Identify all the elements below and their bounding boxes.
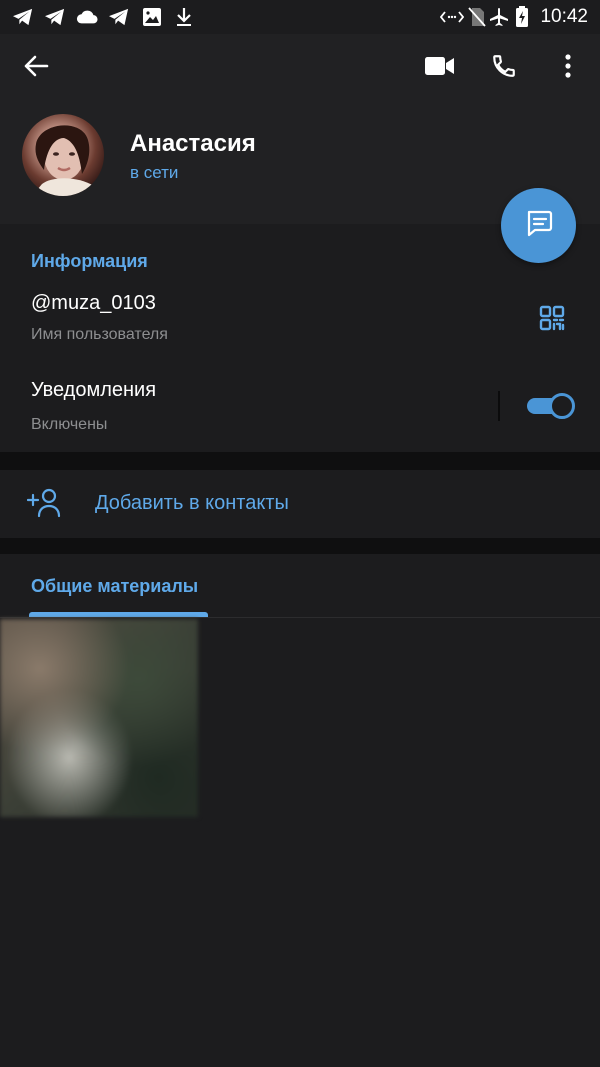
info-section-title: Информация	[31, 251, 148, 271]
message-icon	[524, 208, 554, 243]
video-call-icon	[425, 56, 455, 81]
qr-code-icon	[539, 305, 565, 336]
username-row[interactable]: @muza_0103 Имя пользователя	[0, 282, 600, 352]
section-divider	[0, 538, 600, 554]
vertical-divider	[498, 391, 500, 421]
username-caption: Имя пользователя	[31, 326, 168, 343]
add-to-contacts-row[interactable]: Добавить в контакты	[0, 470, 600, 538]
qr-code-button[interactable]	[532, 300, 572, 340]
notifications-caption: Включены	[31, 416, 108, 433]
username-value: @muza_0103	[31, 292, 156, 314]
cloud-icon	[76, 6, 98, 28]
phone-icon	[491, 53, 517, 84]
tab-shared-media[interactable]: Общие материалы	[31, 576, 198, 597]
info-section: Информация @muza_0103 Имя пользователя У…	[0, 224, 600, 452]
no-sim-icon	[466, 6, 488, 28]
telegram-icon	[12, 6, 34, 28]
more-options-button[interactable]	[546, 46, 590, 90]
battery-charging-icon	[514, 6, 530, 28]
clock: 10:42	[540, 6, 588, 27]
section-divider	[0, 452, 600, 470]
data-saver-icon	[440, 6, 464, 28]
online-status: в сети	[130, 163, 179, 182]
status-bar: 10:42	[0, 0, 600, 34]
send-message-button[interactable]	[501, 188, 576, 263]
shared-media-section: Общие материалы	[0, 554, 600, 1067]
notifications-row[interactable]: Уведомления Включены	[0, 369, 600, 439]
arrow-left-icon	[23, 54, 49, 83]
tab-divider	[0, 617, 600, 618]
more-vert-icon	[564, 53, 572, 83]
telegram-icon	[44, 6, 66, 28]
notifications-label: Уведомления	[31, 379, 157, 401]
telegram-icon	[108, 6, 130, 28]
notifications-toggle[interactable]	[527, 393, 575, 419]
add-to-contacts-label: Добавить в контакты	[95, 492, 289, 514]
avatar[interactable]	[22, 114, 104, 196]
media-thumbnail[interactable]	[0, 619, 198, 817]
download-icon	[173, 6, 195, 28]
video-call-button[interactable]	[418, 46, 462, 90]
airplane-icon	[488, 6, 510, 28]
back-button[interactable]	[14, 46, 58, 90]
add-person-icon	[26, 488, 63, 523]
phone-call-button[interactable]	[482, 46, 526, 90]
image-icon	[141, 6, 163, 28]
profile-header: Анастасия в сети	[0, 34, 600, 224]
profile-name: Анастасия	[130, 130, 256, 157]
